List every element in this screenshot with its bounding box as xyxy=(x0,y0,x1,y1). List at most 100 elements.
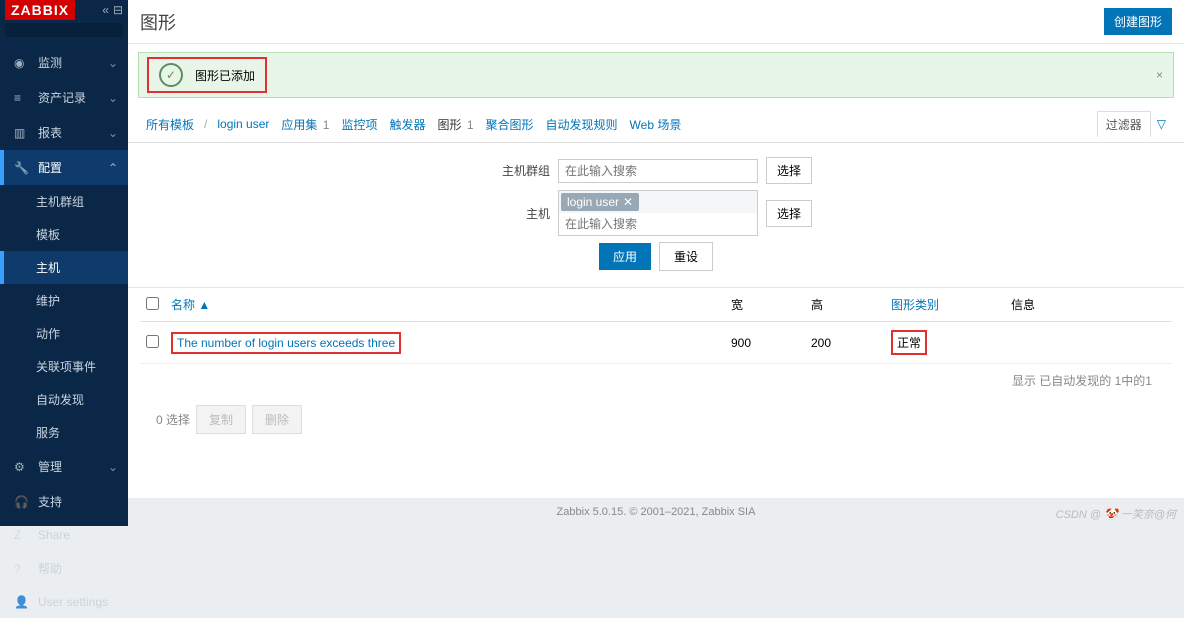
tag-remove-icon[interactable]: ✕ xyxy=(623,195,633,209)
eye-icon: ◉ xyxy=(14,56,30,70)
sort-asc-icon: ▲ xyxy=(198,298,210,312)
sidebar: ZABBIX «⊟ 🔍 ◉监测⌄ ≡资产记录⌄ ▥报表⌄ 🔧配置⌃ 主机群组 模… xyxy=(0,0,128,526)
separator: / xyxy=(204,117,207,131)
sidebar-item-label: 主机 xyxy=(36,259,60,276)
filter-actions: 应用 重设 xyxy=(148,242,1164,271)
share-icon: Z xyxy=(14,528,30,542)
sidebar-item-label: 主机群组 xyxy=(36,193,84,210)
table-header-row: 名称 ▲ 宽 高 图形类别 信息 xyxy=(140,288,1172,322)
tag-text: login user xyxy=(567,195,619,209)
nav-label: 支持 xyxy=(38,493,62,510)
sidebar-item-templates[interactable]: 模板 xyxy=(0,218,128,251)
nav-label: 报表 xyxy=(38,124,62,141)
filter-icon[interactable]: ▽ xyxy=(1151,113,1172,135)
action-bar: 0 选择 复制 删除 xyxy=(140,397,1172,442)
page-footer: Zabbix 5.0.15. © 2001–2021, Zabbix SIA xyxy=(128,498,1184,526)
sidebar-collapse[interactable]: «⊟ xyxy=(102,3,123,17)
nav-help[interactable]: ?帮助 xyxy=(0,551,128,586)
chevron-down-icon: ⌄ xyxy=(108,460,118,474)
nav-label: 配置 xyxy=(38,159,62,176)
sidebar-item-services[interactable]: 服务 xyxy=(0,416,128,449)
cell-width: 900 xyxy=(725,322,805,364)
host-tag: login user ✕ xyxy=(561,193,639,211)
apply-button[interactable]: 应用 xyxy=(599,243,651,270)
page-header: 图形 创建图形 xyxy=(128,0,1184,44)
alert-text: 图形已添加 xyxy=(195,67,255,84)
menu-icon: ⊟ xyxy=(113,3,123,17)
col-type[interactable]: 图形类别 xyxy=(891,298,939,312)
create-graph-button[interactable]: 创建图形 xyxy=(1104,8,1172,35)
nav-label: 资产记录 xyxy=(38,89,86,106)
bc-all-templates[interactable]: 所有模板 xyxy=(140,112,200,137)
filter-panel: 主机群组 选择 主机 login user ✕ 选择 应用 重设 xyxy=(128,143,1184,288)
table-row: The number of login users exceeds three … xyxy=(140,322,1172,364)
nav-share[interactable]: Z Share xyxy=(0,519,128,551)
tab-label: 图形 xyxy=(437,118,461,132)
sidebar-item-label: 维护 xyxy=(36,292,60,309)
col-name[interactable]: 名称 ▲ xyxy=(171,298,210,312)
sidebar-item-correlation[interactable]: 关联项事件 xyxy=(0,350,128,383)
select-all-checkbox[interactable] xyxy=(146,297,159,310)
nav-inventory[interactable]: ≡资产记录⌄ xyxy=(0,80,128,115)
alert-close[interactable]: × xyxy=(1156,68,1163,82)
logo: ZABBIX xyxy=(5,0,75,20)
sidebar-item-hostgroups[interactable]: 主机群组 xyxy=(0,185,128,218)
sidebar-item-actions[interactable]: 动作 xyxy=(0,317,128,350)
chevron-up-icon: ⌃ xyxy=(108,161,118,175)
tab-triggers[interactable]: 触发器 xyxy=(383,112,431,137)
hostgroup-input[interactable] xyxy=(558,159,758,183)
sidebar-item-discovery[interactable]: 自动发现 xyxy=(0,383,128,416)
result-info: 显示 已自动发现的 1中的1 xyxy=(140,364,1172,397)
nav-support[interactable]: 🎧 支持 xyxy=(0,484,128,519)
tab-web[interactable]: Web 场景 xyxy=(624,112,688,137)
tab-drules[interactable]: 自动发现规则 xyxy=(540,112,624,137)
nav-label: Share xyxy=(38,528,70,542)
main: 图形 创建图形 ✓ 图形已添加 × 所有模板 / login user 应用集 … xyxy=(128,0,1184,526)
graph-name-link[interactable]: The number of login users exceeds three xyxy=(177,336,395,350)
tab-graphs[interactable]: 图形 1 xyxy=(431,112,479,137)
nav-monitoring[interactable]: ◉ 监测 ⌄ xyxy=(0,45,128,80)
sidebar-item-label: 动作 xyxy=(36,325,60,342)
row-checkbox[interactable] xyxy=(146,335,159,348)
nav-admin[interactable]: ⚙ 管理 ⌄ xyxy=(0,449,128,484)
filter-tab[interactable]: 过滤器 xyxy=(1097,111,1151,137)
nav-usersettings[interactable]: 👤 User settings xyxy=(0,586,128,618)
bc-host[interactable]: login user xyxy=(211,113,275,135)
selection-count: 0 选择 xyxy=(156,411,190,428)
tab-items[interactable]: 监控项 xyxy=(335,112,383,137)
nav-label: 帮助 xyxy=(38,560,62,577)
tab-screens[interactable]: 聚合图形 xyxy=(480,112,540,137)
gear-icon: ⚙ xyxy=(14,460,30,474)
copy-button[interactable]: 复制 xyxy=(196,405,246,434)
chevron-down-icon: ⌄ xyxy=(108,56,118,70)
hostgroup-select-button[interactable]: 选择 xyxy=(766,157,812,184)
search-row: 🔍 xyxy=(5,23,123,37)
host-tag-box: login user ✕ xyxy=(558,190,758,236)
tab-applications[interactable]: 应用集 1 xyxy=(275,112,335,137)
filter-row-hostgroup: 主机群组 选择 xyxy=(148,157,1164,184)
chevron-down-icon: ⌄ xyxy=(108,91,118,105)
delete-button[interactable]: 删除 xyxy=(252,405,302,434)
user-icon: 👤 xyxy=(14,595,30,609)
nav-label: 监测 xyxy=(38,54,62,71)
tab-label: 应用集 xyxy=(281,118,317,132)
table-wrap: 名称 ▲ 宽 高 图形类别 信息 The number of login use… xyxy=(128,288,1184,442)
nav-reports[interactable]: ▥报表⌄ xyxy=(0,115,128,150)
breadcrumb-tabs: 所有模板 / login user 应用集 1 监控项 触发器 图形 1 聚合图… xyxy=(128,106,1184,143)
chart-icon: ▥ xyxy=(14,126,30,140)
nav-label: 管理 xyxy=(38,458,62,475)
reset-button[interactable]: 重设 xyxy=(659,242,713,271)
watermark: CSDN @ 🤡 一笑奈@何 xyxy=(1056,506,1176,522)
page-title: 图形 xyxy=(140,9,176,35)
host-search-input[interactable] xyxy=(559,213,757,235)
col-height: 高 xyxy=(805,288,885,322)
sidebar-item-maintenance[interactable]: 维护 xyxy=(0,284,128,317)
nav-label: User settings xyxy=(38,595,108,609)
sidebar-item-hosts[interactable]: 主机 xyxy=(0,251,128,284)
headset-icon: 🎧 xyxy=(14,495,30,509)
alert-wrap: ✓ 图形已添加 × xyxy=(128,44,1184,106)
graphs-table: 名称 ▲ 宽 高 图形类别 信息 The number of login use… xyxy=(140,288,1172,364)
nav-config[interactable]: 🔧配置⌃ xyxy=(0,150,128,185)
host-select-button[interactable]: 选择 xyxy=(766,200,812,227)
host-label: 主机 xyxy=(500,205,550,222)
